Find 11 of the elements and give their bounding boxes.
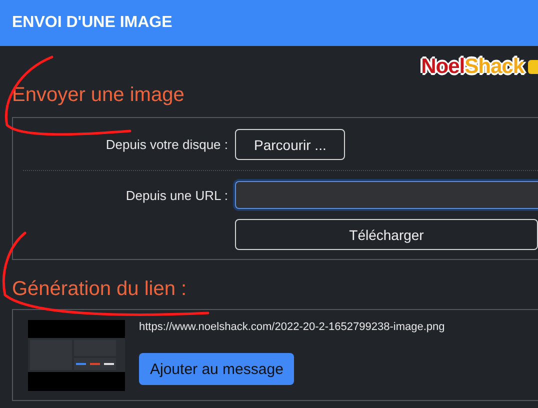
image-link[interactable]: https://www.noelshack.com/2022-20-2-1652799238-image.png bbox=[139, 321, 445, 333]
browse-button[interactable]: Parcourir ... bbox=[235, 129, 346, 160]
download-button[interactable]: Télécharger bbox=[235, 219, 538, 250]
field-label: Depuis votre disque : bbox=[104, 137, 228, 152]
field-label: Depuis une URL : bbox=[124, 188, 228, 202]
section-heading: Génération du lien : bbox=[11, 278, 188, 301]
logo: NoelShack bbox=[421, 55, 524, 79]
add-to-message-button[interactable]: Ajouter au message bbox=[139, 353, 294, 385]
page-title: ENVOI D'UNE IMAGE bbox=[12, 14, 172, 32]
section-heading: Envoyer une image bbox=[11, 84, 186, 107]
url-input[interactable] bbox=[235, 181, 538, 209]
